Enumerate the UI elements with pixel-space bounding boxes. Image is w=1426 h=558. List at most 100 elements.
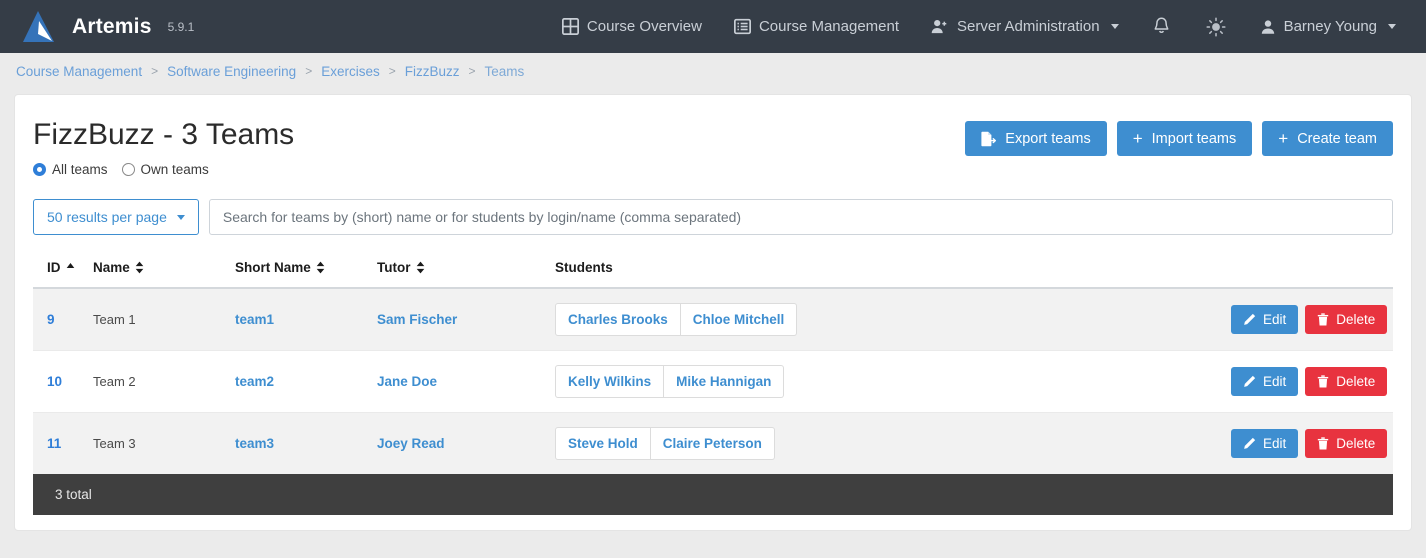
- team-id-link[interactable]: 10: [47, 374, 62, 389]
- cell-actions: Edit Delete: [1223, 351, 1393, 413]
- delete-label: Delete: [1336, 312, 1375, 327]
- edit-label: Edit: [1263, 436, 1286, 451]
- column-label-name: Name: [93, 260, 130, 275]
- chevron-down-icon: [177, 215, 185, 220]
- breadcrumb-separator: >: [389, 64, 396, 78]
- cell-students: Kelly Wilkins Mike Hannigan: [547, 351, 1223, 413]
- cell-students: Charles Brooks Chloe Mitchell: [547, 288, 1223, 351]
- trash-icon: [1317, 437, 1329, 450]
- th-grid-icon: [562, 18, 579, 35]
- brand-name: Artemis: [72, 15, 152, 39]
- team-short-name-link[interactable]: team1: [235, 312, 274, 327]
- trash-icon: [1317, 375, 1329, 388]
- edit-button[interactable]: Edit: [1231, 305, 1298, 334]
- breadcrumb: Course Management > Software Engineering…: [0, 53, 1426, 89]
- edit-button[interactable]: Edit: [1231, 367, 1298, 396]
- table-row: 10 Team 2 team2 Jane Doe Kelly Wilkins M…: [33, 351, 1393, 413]
- pencil-icon: [1243, 375, 1256, 388]
- filter-all-teams-label: All teams: [52, 162, 108, 177]
- cell-id: 10: [33, 351, 85, 413]
- create-team-button[interactable]: + Create team: [1262, 121, 1393, 156]
- cell-id: 9: [33, 288, 85, 351]
- student-group: Charles Brooks Chloe Mitchell: [555, 303, 797, 336]
- delete-label: Delete: [1336, 436, 1375, 451]
- cell-students: Steve Hold Claire Peterson: [547, 413, 1223, 475]
- team-name: Team 1: [93, 312, 136, 327]
- theme-toggle-button[interactable]: [1188, 9, 1244, 45]
- team-short-name-link[interactable]: team3: [235, 436, 274, 451]
- breadcrumb-item-course-management[interactable]: Course Management: [16, 64, 142, 79]
- column-header-actions: [1223, 250, 1393, 288]
- table-row: 11 Team 3 team3 Joey Read Steve Hold Cla…: [33, 413, 1393, 475]
- delete-button[interactable]: Delete: [1305, 367, 1387, 396]
- column-header-tutor[interactable]: Tutor: [369, 250, 547, 288]
- student-group: Steve Hold Claire Peterson: [555, 427, 775, 460]
- student-button[interactable]: Steve Hold: [555, 427, 651, 460]
- row-actions: Edit Delete: [1231, 305, 1387, 334]
- filter-all-teams[interactable]: All teams: [33, 162, 108, 177]
- team-id-link[interactable]: 9: [47, 312, 55, 327]
- notifications-button[interactable]: [1135, 9, 1188, 44]
- breadcrumb-item-teams[interactable]: Teams: [485, 64, 525, 79]
- nav-item-course-overview[interactable]: Course Overview: [546, 10, 718, 43]
- delete-button[interactable]: Delete: [1305, 429, 1387, 458]
- column-header-name[interactable]: Name: [85, 250, 227, 288]
- breadcrumb-item-exercises[interactable]: Exercises: [321, 64, 380, 79]
- bell-icon: [1153, 17, 1170, 36]
- team-short-name-link[interactable]: team2: [235, 374, 274, 389]
- sun-icon: [1206, 17, 1226, 37]
- cell-actions: Edit Delete: [1223, 413, 1393, 475]
- brand-version: 5.9.1: [168, 20, 195, 34]
- team-name: Team 2: [93, 374, 136, 389]
- filter-own-teams[interactable]: Own teams: [122, 162, 209, 177]
- student-button[interactable]: Chloe Mitchell: [681, 303, 798, 336]
- team-id-link[interactable]: 11: [47, 436, 61, 451]
- table-header-row: ID Name: [33, 250, 1393, 288]
- cell-tutor: Sam Fischer: [369, 288, 547, 351]
- brand[interactable]: Artemis 5.9.1: [20, 9, 194, 45]
- edit-label: Edit: [1263, 312, 1286, 327]
- student-button[interactable]: Claire Peterson: [651, 427, 775, 460]
- student-button[interactable]: Kelly Wilkins: [555, 365, 664, 398]
- table-footer: 3 total: [33, 474, 1393, 515]
- cell-id: 11: [33, 413, 85, 475]
- sort-asc-icon: [66, 262, 75, 274]
- column-header-id[interactable]: ID: [33, 250, 85, 288]
- trash-icon: [1317, 313, 1329, 326]
- cell-short-name: team2: [227, 351, 369, 413]
- cell-tutor: Jane Doe: [369, 351, 547, 413]
- column-header-short-name[interactable]: Short Name: [227, 250, 369, 288]
- radio-all-teams[interactable]: [33, 163, 46, 176]
- pencil-icon: [1243, 437, 1256, 450]
- nav-item-server-administration[interactable]: Server Administration: [915, 10, 1135, 43]
- column-label-short-name: Short Name: [235, 260, 311, 275]
- cell-name: Team 1: [85, 288, 227, 351]
- student-button[interactable]: Charles Brooks: [555, 303, 681, 336]
- page-actions: Export teams + Import teams + Create tea…: [965, 117, 1393, 156]
- tutor-link[interactable]: Joey Read: [377, 436, 445, 451]
- sort-icon: [135, 261, 144, 274]
- student-button[interactable]: Mike Hannigan: [664, 365, 784, 398]
- search-input[interactable]: [209, 199, 1393, 235]
- results-per-page-dropdown[interactable]: 50 results per page: [33, 199, 199, 235]
- export-teams-button[interactable]: Export teams: [965, 121, 1106, 156]
- cell-name: Team 2: [85, 351, 227, 413]
- tutor-link[interactable]: Jane Doe: [377, 374, 437, 389]
- create-team-label: Create team: [1297, 131, 1377, 147]
- breadcrumb-item-software-engineering[interactable]: Software Engineering: [167, 64, 296, 79]
- edit-button[interactable]: Edit: [1231, 429, 1298, 458]
- nav-item-course-management[interactable]: Course Management: [718, 10, 915, 43]
- edit-label: Edit: [1263, 374, 1286, 389]
- column-label-tutor: Tutor: [377, 260, 411, 275]
- import-teams-button[interactable]: + Import teams: [1117, 121, 1253, 156]
- breadcrumb-item-fizzbuzz[interactable]: FizzBuzz: [405, 64, 460, 79]
- top-navbar: Artemis 5.9.1 Course Overview Course Man…: [0, 0, 1426, 53]
- chevron-down-icon: [1388, 24, 1396, 29]
- delete-button[interactable]: Delete: [1305, 305, 1387, 334]
- radio-own-teams[interactable]: [122, 163, 135, 176]
- pencil-icon: [1243, 313, 1256, 326]
- tutor-link[interactable]: Sam Fischer: [377, 312, 457, 327]
- user-plus-icon: [931, 18, 949, 35]
- user-menu[interactable]: Barney Young: [1244, 10, 1412, 43]
- navbar-right: Course Overview Course Management Serve: [546, 9, 1412, 45]
